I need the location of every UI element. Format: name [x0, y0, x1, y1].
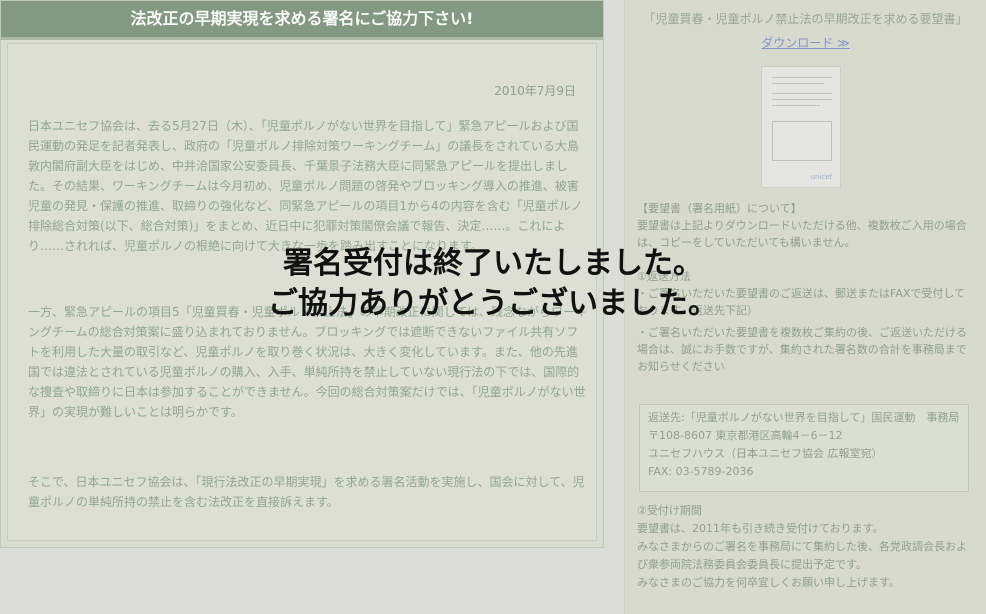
- overlay-line-2: ご協力ありがとうございました。: [268, 286, 718, 321]
- overlay-line-1: 署名受付は終了いたしました。: [283, 246, 703, 281]
- closed-overlay: 署名受付は終了いたしました。 ご協力ありがとうございました。: [0, 0, 986, 614]
